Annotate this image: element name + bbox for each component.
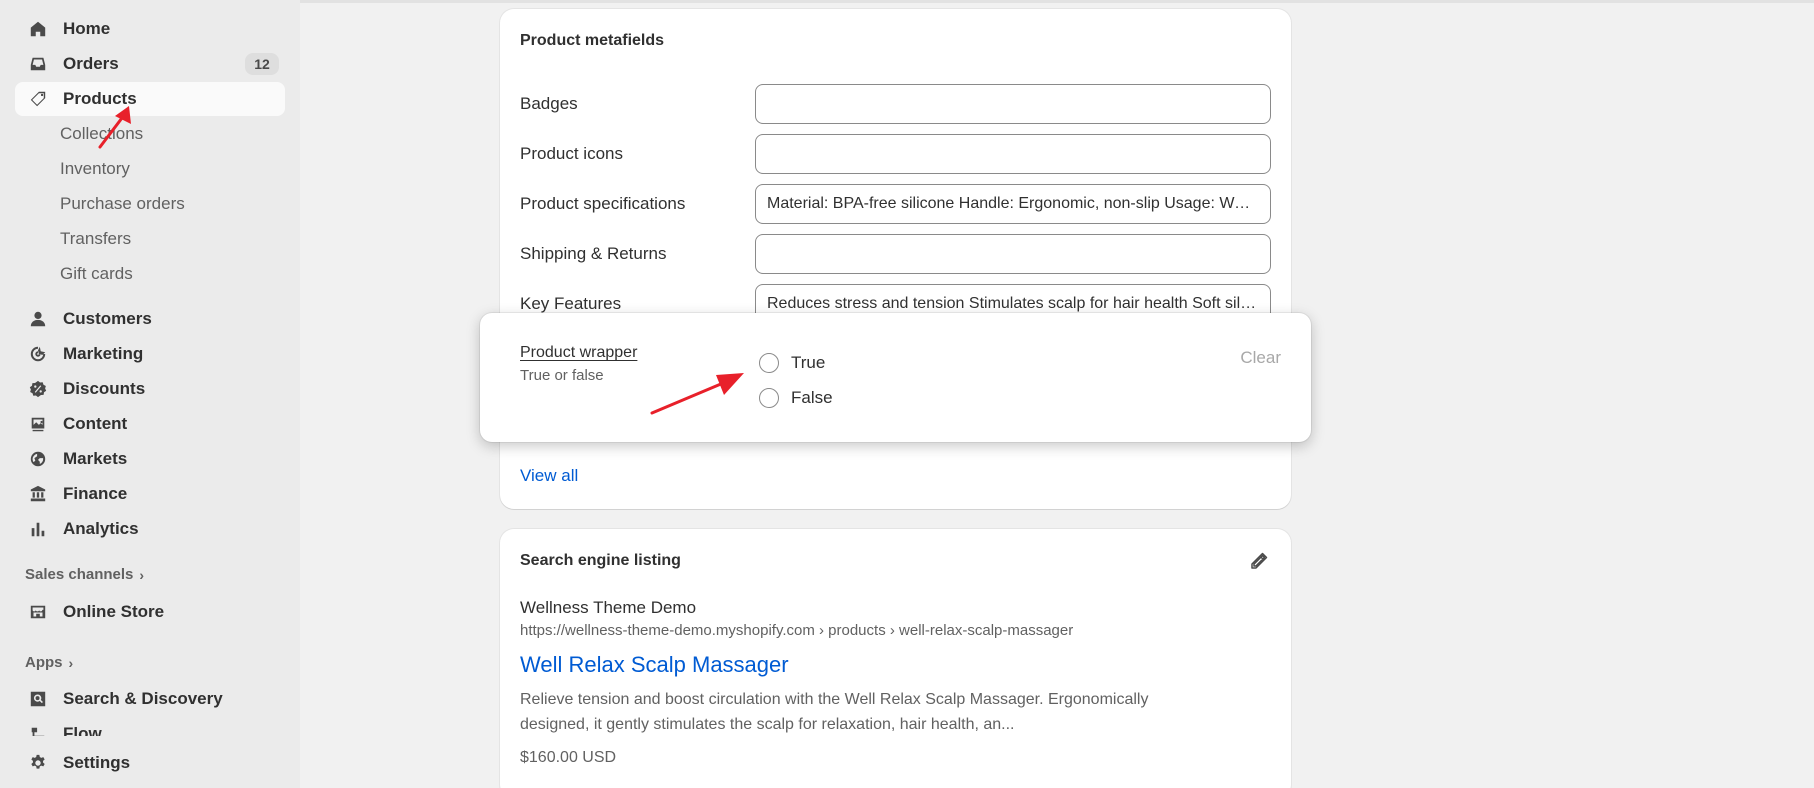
metafield-input-product-specifications[interactable]: Material: BPA-free silicone Handle: Ergo… — [755, 184, 1271, 224]
metafield-value: Material: BPA-free silicone Handle: Ergo… — [767, 195, 1259, 212]
chevron-right-icon: › — [68, 654, 74, 671]
seo-page-title: Well Relax Scalp Massager — [520, 652, 789, 677]
sidebar-item-online-store[interactable]: Online Store — [15, 595, 285, 629]
orders-count-badge: 12 — [245, 53, 279, 75]
sidebar-subitem-purchase-orders[interactable]: Purchase orders — [60, 194, 185, 214]
seo-price: $160.00 USD — [520, 749, 617, 766]
bank-icon — [28, 484, 48, 504]
product-wrapper-editor: Product wrapper True or false True False… — [480, 313, 1311, 442]
metafield-input-badges[interactable] — [755, 84, 1271, 124]
sidebar-item-content[interactable]: Content — [15, 407, 285, 441]
search-engine-listing-card: Search engine listing Wellness Theme Dem… — [500, 529, 1291, 788]
sidebar-item-label: Search & Discovery — [63, 689, 223, 708]
sidebar-subitem-inventory[interactable]: Inventory — [60, 159, 130, 179]
sidebar-item-settings[interactable]: Settings — [15, 746, 285, 780]
sidebar-item-analytics[interactable]: Analytics — [15, 512, 285, 546]
metafield-label-product-icons: Product icons — [520, 144, 623, 163]
edit-pencil-icon[interactable] — [1249, 551, 1269, 571]
sidebar-item-flow[interactable]: Flow — [15, 718, 285, 736]
seo-store-name: Wellness Theme Demo — [520, 598, 697, 617]
flow-icon — [28, 724, 48, 736]
metafield-value: Reduces stress and tension Stimulates sc… — [767, 295, 1259, 312]
metafield-label-badges: Badges — [520, 94, 578, 113]
metafield-label-shipping-returns: Shipping & Returns — [520, 244, 667, 263]
metafield-input-shipping-returns[interactable] — [755, 234, 1271, 274]
sidebar-item-label: Flow — [63, 724, 102, 736]
home-icon — [28, 19, 48, 39]
sidebar-item-label: Discounts — [63, 379, 146, 398]
discount-icon — [28, 379, 48, 399]
sidebar: Home Orders 12 Products Collections Inve… — [0, 0, 300, 788]
search-app-icon — [28, 689, 48, 709]
radio-true[interactable] — [759, 353, 779, 373]
sidebar-item-orders[interactable]: Orders 12 — [15, 47, 285, 81]
seo-description-line-1: Relieve tension and boost circulation wi… — [520, 691, 1149, 708]
metafield-input-product-icons[interactable] — [755, 134, 1271, 174]
seo-url: https://wellness-theme-demo.myshopify.co… — [520, 622, 1074, 639]
bar-chart-icon — [28, 519, 48, 539]
target-icon — [28, 344, 48, 364]
metafield-label-product-specifications: Product specifications — [520, 194, 686, 213]
storefront-icon — [28, 602, 48, 622]
sidebar-item-label: Settings — [63, 753, 131, 772]
radio-false-label[interactable]: False — [791, 388, 833, 408]
sidebar-item-label: Customers — [63, 309, 152, 328]
radio-false[interactable] — [759, 388, 779, 408]
sidebar-item-label: Markets — [63, 449, 128, 468]
sidebar-item-label: Orders — [63, 54, 119, 73]
globe-icon — [28, 449, 48, 469]
sidebar-item-label: Content — [63, 414, 128, 433]
sales-channels-heading[interactable]: Sales channels › — [25, 566, 144, 583]
sidebar-item-search-discovery[interactable]: Search & Discovery — [15, 682, 285, 716]
sidebar-item-label: Finance — [63, 484, 128, 503]
field-label-product-wrapper[interactable]: Product wrapper — [520, 344, 637, 362]
sidebar-item-finance[interactable]: Finance — [15, 477, 285, 511]
sidebar-item-label: Online Store — [63, 602, 165, 621]
sidebar-item-markets[interactable]: Markets — [15, 442, 285, 476]
chevron-right-icon: › — [139, 566, 145, 583]
sidebar-item-products[interactable]: Products — [15, 82, 285, 116]
sidebar-item-home[interactable]: Home — [15, 12, 285, 46]
inbox-icon — [28, 54, 48, 74]
apps-label: Apps — [25, 654, 63, 671]
sidebar-subitem-transfers[interactable]: Transfers — [60, 229, 131, 249]
card-title: Product metafields — [520, 32, 665, 49]
field-type-hint: True or false — [520, 367, 604, 384]
sales-channels-label: Sales channels — [25, 566, 134, 583]
clear-button[interactable]: Clear — [1240, 348, 1281, 368]
radio-true-label[interactable]: True — [791, 353, 825, 373]
sidebar-item-marketing[interactable]: Marketing — [15, 337, 285, 371]
sidebar-item-customers[interactable]: Customers — [15, 302, 285, 336]
sidebar-item-label: Marketing — [63, 344, 144, 363]
person-icon — [28, 309, 48, 329]
annotation-arrow-radio — [650, 373, 744, 415]
view-all-link[interactable]: View all — [520, 466, 578, 486]
sidebar-subitem-gift-cards[interactable]: Gift cards — [60, 264, 133, 284]
annotation-arrow-products — [98, 106, 131, 149]
gear-icon — [28, 753, 48, 773]
tag-icon — [28, 89, 48, 109]
seo-description-line-2: designed, it gently stimulates the scalp… — [520, 716, 1015, 733]
sidebar-item-label: Home — [63, 19, 111, 38]
image-icon — [28, 414, 48, 434]
metafield-label-key-features: Key Features — [520, 294, 622, 313]
card-title: Search engine listing — [520, 552, 681, 569]
sidebar-item-discounts[interactable]: Discounts — [15, 372, 285, 406]
sidebar-item-label: Analytics — [63, 519, 139, 538]
apps-heading[interactable]: Apps › — [25, 654, 73, 671]
